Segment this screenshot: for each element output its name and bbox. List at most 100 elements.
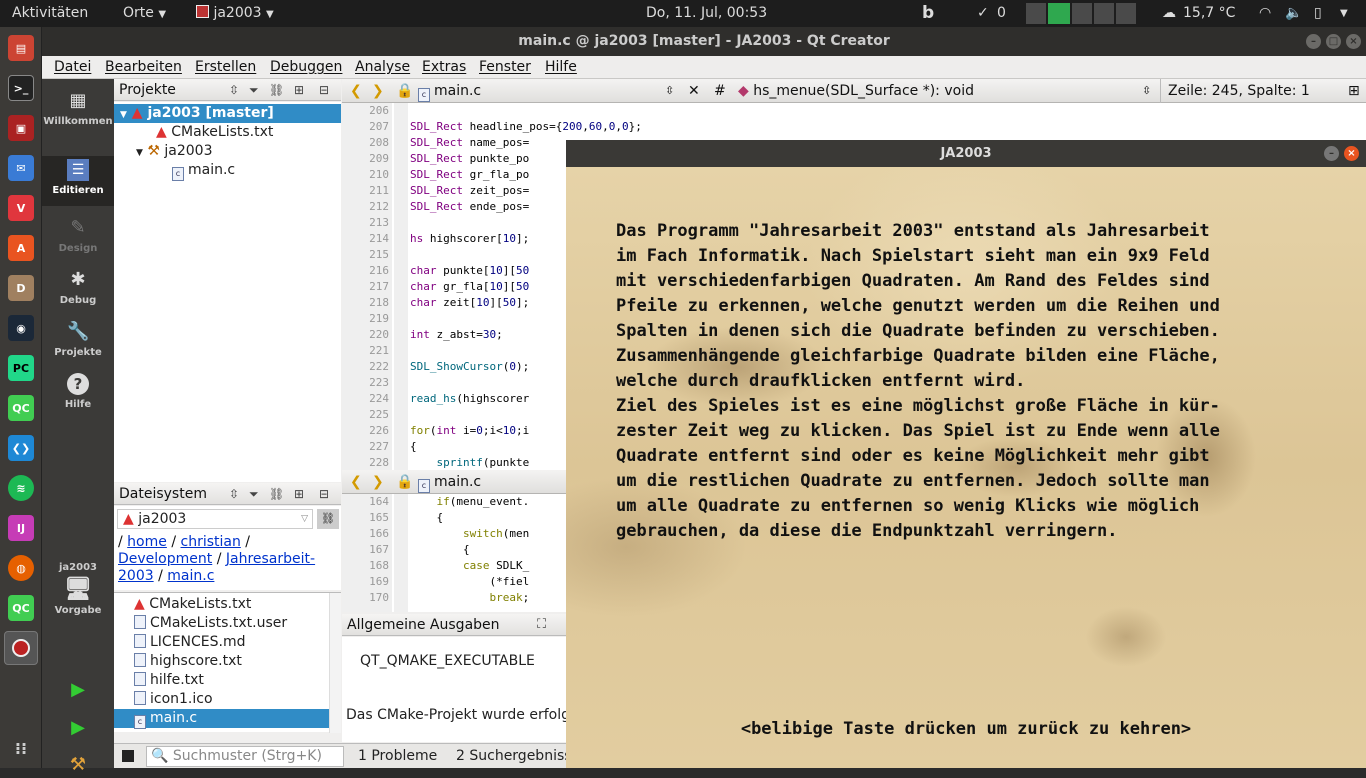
menu-datei[interactable]: Datei <box>54 59 91 75</box>
breadcrumb-development[interactable]: Development <box>118 551 212 567</box>
intellij-icon[interactable]: IJ <box>8 515 34 541</box>
filter-icon[interactable]: ⏷ <box>249 483 259 505</box>
pane-selector-icon[interactable]: ⇳ <box>229 79 239 101</box>
weather-temperature[interactable]: 15,7 °C <box>1183 0 1235 27</box>
tree-item-ja2003[interactable]: ▼ ⚒ ja2003 <box>114 142 341 161</box>
net-monitor-icon[interactable] <box>1072 3 1092 24</box>
fold-gutter[interactable] <box>394 494 408 612</box>
symbol-combo[interactable]: ◆ hs_menue(SDL_Surface *): void <box>738 79 974 103</box>
qt-creator-icon[interactable]: QC <box>8 395 34 421</box>
close-pane-icon[interactable]: ⊟ <box>319 483 329 505</box>
close-pane-icon[interactable]: ⊟ <box>319 79 329 101</box>
ja2003-app-icon[interactable] <box>4 631 38 665</box>
mode-debug[interactable]: ✱ Debug <box>42 266 114 314</box>
ja2003-help-screen[interactable]: Das Programm "Jahresarbeit 2003" entstan… <box>566 167 1366 768</box>
tree-item-root[interactable]: ▼ ▲ ja2003 [master] <box>114 104 341 123</box>
tab-probleme[interactable]: 1 Probleme <box>358 744 437 768</box>
battery-icon[interactable]: ▯ <box>1314 0 1322 27</box>
list-item[interactable]: highscore.txt <box>114 652 341 671</box>
show-apps-grid-icon[interactable]: ⁝⁝ <box>8 735 34 761</box>
menu-erstellen[interactable]: Erstellen <box>195 59 256 75</box>
mode-hilfe[interactable]: ? Hilfe <box>42 370 114 418</box>
menu-hilfe[interactable]: Hilfe <box>545 59 577 75</box>
editor2-file-combo[interactable]: c main.c <box>418 470 481 494</box>
firefox-icon[interactable]: ◍ <box>8 555 34 581</box>
split-icon[interactable]: ⊞ <box>1348 79 1360 103</box>
close-icon[interactable]: × <box>1346 34 1361 49</box>
close-icon[interactable]: × <box>1344 146 1359 161</box>
memory-monitor-icon[interactable] <box>1048 3 1070 24</box>
menu-extras[interactable]: Extras <box>422 59 466 75</box>
kit-selector[interactable]: ja2003 🖥 Vorgabe <box>42 562 114 642</box>
forward-arrow-icon[interactable]: ❯ <box>372 470 384 494</box>
clock[interactable]: Do, 11. Jul, 00:53 <box>646 0 767 27</box>
steam-icon[interactable]: ◉ <box>8 315 34 341</box>
scrollbar[interactable] <box>329 593 341 733</box>
combo-arrows-icon[interactable]: ⇳ <box>1142 79 1151 103</box>
breadcrumb-main-c[interactable]: main.c <box>167 568 214 584</box>
places-menu[interactable]: Orte ▼ <box>123 0 166 27</box>
back-arrow-icon[interactable]: ❮ <box>350 79 362 103</box>
link-icon[interactable]: ⛓ <box>269 483 284 505</box>
minimize-icon[interactable]: – <box>1306 34 1321 49</box>
software-center-icon[interactable]: A <box>8 235 34 261</box>
pane-selector-icon[interactable]: ⇳ <box>229 483 239 505</box>
minimize-icon[interactable]: – <box>1324 146 1339 161</box>
link-icon[interactable]: ⛓ <box>269 79 284 101</box>
spotify-icon[interactable]: ≋ <box>8 475 34 501</box>
combo-arrows-icon[interactable]: ⇳ <box>665 79 674 103</box>
activities-button[interactable]: Aktivitäten <box>12 0 88 27</box>
run-button[interactable]: ▶ <box>42 679 114 703</box>
build-button[interactable]: ⚒ <box>42 754 114 778</box>
maximize-icon[interactable]: □ <box>1326 34 1341 49</box>
split-icon[interactable]: ⊞ <box>294 79 304 101</box>
menu-fenster[interactable]: Fenster <box>479 59 531 75</box>
menu-debuggen[interactable]: Debuggen <box>270 59 342 75</box>
system-monitor-icon[interactable]: ▣ <box>8 115 34 141</box>
mode-projekte[interactable]: 🔧 Projekte <box>42 318 114 366</box>
list-item[interactable]: CMakeLists.txt.user <box>114 614 341 633</box>
terminal-icon[interactable]: >_ <box>8 75 34 101</box>
vscode-icon[interactable]: ❮❯ <box>8 435 34 461</box>
files-icon[interactable]: ▤ <box>8 35 34 61</box>
breadcrumb-home[interactable]: home <box>127 534 167 550</box>
debug-run-button[interactable]: ▶ <box>42 717 114 741</box>
thunderbird-icon[interactable]: ✉ <box>8 155 34 181</box>
locator-search-input[interactable]: 🔍 Suchmuster (Strg+K) <box>146 746 344 767</box>
split-icon[interactable]: ⊞ <box>294 483 304 505</box>
vivaldi-icon[interactable]: V <box>8 195 34 221</box>
system-menu-chevron-icon[interactable]: ▼ <box>1340 0 1348 27</box>
list-item[interactable]: ▲ CMakeLists.txt <box>114 595 341 614</box>
toggle-sidebar-icon[interactable] <box>122 750 134 762</box>
tab-suchergebnisse[interactable]: 2 Suchergebniss <box>456 744 572 768</box>
window-titlebar[interactable]: main.c @ ja2003 [master] - JA2003 - Qt C… <box>42 27 1366 56</box>
app-menu[interactable]: ja2003 ▼ <box>196 0 274 27</box>
back-arrow-icon[interactable]: ❮ <box>350 470 362 494</box>
mode-editieren[interactable]: ☰ Editieren <box>42 156 114 206</box>
filesystem-combo[interactable]: ▲ ja2003 ▽ <box>117 509 313 529</box>
clean-icon[interactable]: ⛶ <box>537 614 546 636</box>
forward-arrow-icon[interactable]: ❯ <box>372 79 384 103</box>
weather-cloud-icon[interactable]: ☁ <box>1162 0 1176 27</box>
menu-bearbeiten[interactable]: Bearbeiten <box>105 59 182 75</box>
disk-monitor-icon[interactable] <box>1094 3 1114 24</box>
list-item[interactable]: LICENCES.md <box>114 633 341 652</box>
tree-item-cmakelists[interactable]: ▲ CMakeLists.txt <box>114 123 341 142</box>
list-item-selected[interactable]: c main.c <box>114 709 341 729</box>
load-monitor-icon[interactable] <box>1116 3 1136 24</box>
bing-icon[interactable]: b <box>922 0 934 27</box>
deb-installer-icon[interactable]: D <box>8 275 34 301</box>
pycharm-icon[interactable]: PC <box>8 355 34 381</box>
close-editor-icon[interactable]: ✕ <box>688 79 700 103</box>
cpu-monitor-icon[interactable] <box>1026 3 1046 24</box>
cursor-position[interactable]: Zeile: 245, Spalte: 1 <box>1168 79 1310 103</box>
qt-creator-icon-2[interactable]: QC <box>8 595 34 621</box>
check-icon[interactable]: ✓ <box>977 0 989 27</box>
ja2003-titlebar[interactable]: JA2003 – × <box>566 140 1366 167</box>
wifi-icon[interactable]: ◠ <box>1259 0 1271 27</box>
fold-gutter[interactable] <box>394 103 408 495</box>
list-item[interactable]: icon1.ico <box>114 690 341 709</box>
volume-icon[interactable]: 🔈 <box>1285 0 1302 27</box>
tree-item-main-c[interactable]: c main.c <box>114 161 341 181</box>
filesystem-home-button[interactable]: ⛓ <box>317 509 339 529</box>
